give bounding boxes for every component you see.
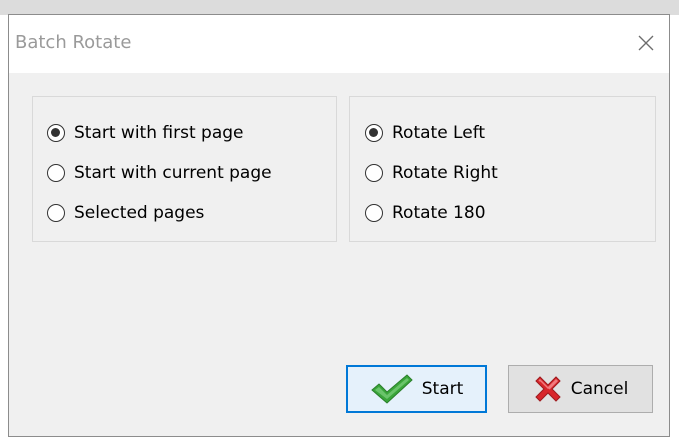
rotation-group: Rotate Left Rotate Right Rotate 180 (349, 96, 656, 242)
red-x-icon (534, 376, 561, 402)
radio-label: Rotate Left (392, 123, 486, 143)
radio-button-icon (365, 204, 383, 222)
radio-rotate-left[interactable]: Rotate Left (365, 120, 485, 146)
radio-button-icon (365, 164, 383, 182)
radio-label: Start with first page (74, 123, 244, 143)
cancel-button[interactable]: Cancel (508, 365, 653, 413)
page-range-group: Start with first page Start with current… (32, 96, 337, 242)
start-button[interactable]: Start (346, 365, 487, 413)
batch-rotate-dialog: Batch Rotate Start with first page Start… (8, 14, 670, 437)
radio-label: Selected pages (74, 203, 205, 223)
radio-button-icon (47, 124, 65, 142)
radio-rotate-right[interactable]: Rotate Right (365, 160, 498, 186)
close-icon (638, 35, 654, 51)
radio-button-icon (47, 204, 65, 222)
radio-label: Rotate 180 (392, 203, 486, 223)
radio-selected-dot (51, 128, 60, 137)
radio-start-with-current-page[interactable]: Start with current page (47, 160, 272, 186)
start-button-label: Start (421, 379, 464, 399)
radio-label: Rotate Right (392, 163, 498, 183)
dialog-title: Batch Rotate (15, 32, 132, 53)
radio-selected-pages[interactable]: Selected pages (47, 200, 204, 226)
cancel-button-label: Cancel (570, 379, 629, 399)
radio-rotate-180[interactable]: Rotate 180 (365, 200, 486, 226)
background-strip (0, 0, 679, 15)
checkmark-icon (370, 374, 413, 404)
radio-selected-dot (369, 128, 378, 137)
radio-label: Start with current page (74, 163, 272, 183)
title-bar: Batch Rotate (9, 15, 669, 73)
radio-start-with-first-page[interactable]: Start with first page (47, 120, 244, 146)
radio-button-icon (47, 164, 65, 182)
radio-button-icon (365, 124, 383, 142)
close-button[interactable] (623, 15, 669, 73)
